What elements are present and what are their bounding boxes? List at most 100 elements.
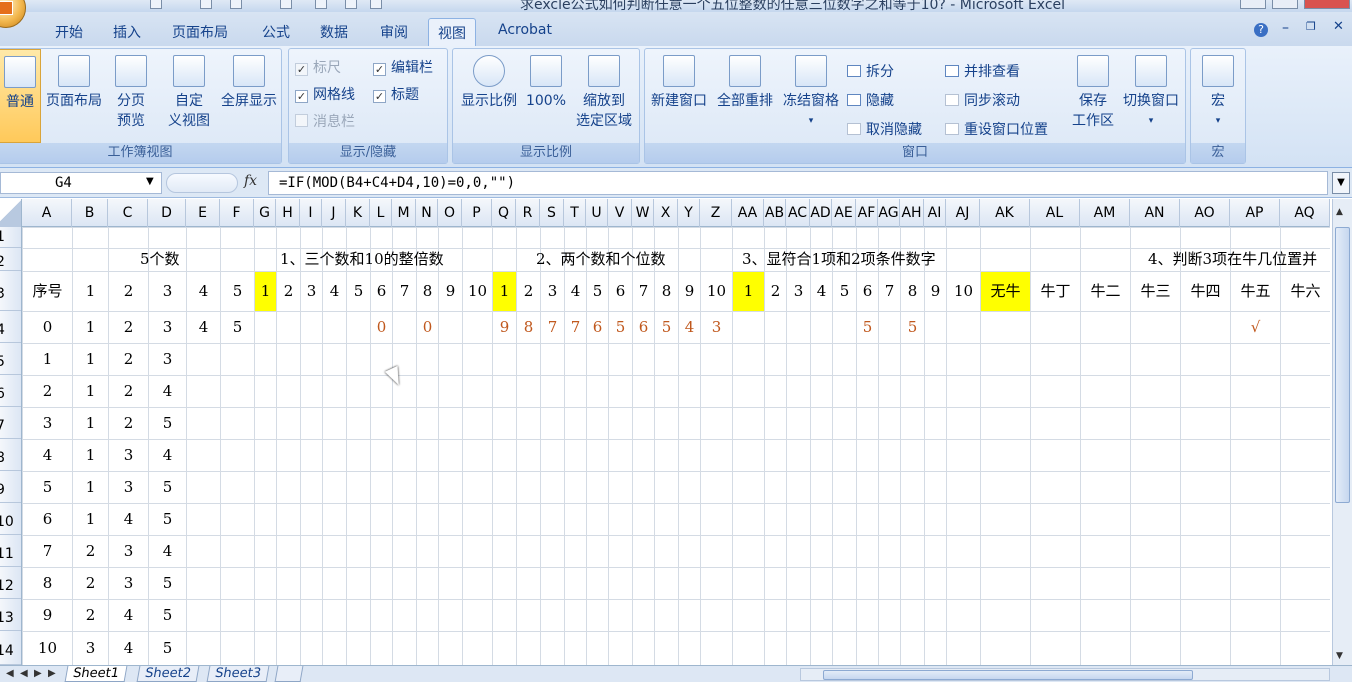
row-header-5[interactable]: 5: [0, 343, 21, 375]
new-window-button[interactable]: 新建窗口: [647, 49, 711, 143]
quick-print-icon[interactable]: [345, 0, 357, 9]
column-header-f[interactable]: F: [220, 199, 254, 227]
row-header-7[interactable]: 7: [0, 407, 21, 439]
normal-view-button[interactable]: 普通: [0, 49, 41, 143]
row-header-8[interactable]: 8: [0, 439, 21, 471]
tab-acrobat[interactable]: Acrobat: [498, 22, 552, 38]
cell-q4[interactable]: 9: [493, 312, 516, 343]
column-header-an[interactable]: AN: [1130, 199, 1180, 227]
cell-a12[interactable]: 8: [23, 568, 72, 599]
cell-b10[interactable]: 1: [73, 504, 108, 535]
column-header-aa[interactable]: AA: [732, 199, 764, 227]
cell-w4[interactable]: 6: [633, 312, 654, 343]
expand-formula-bar-icon[interactable]: ▼: [1332, 172, 1350, 194]
cell-a11[interactable]: 7: [23, 536, 72, 567]
cell-b11[interactable]: 2: [73, 536, 108, 567]
vertical-scroll-thumb[interactable]: [1335, 227, 1350, 503]
cell-ac3[interactable]: 3: [787, 272, 810, 311]
cell-t3[interactable]: 4: [565, 272, 586, 311]
cell-d11[interactable]: 4: [149, 536, 186, 567]
cell-b13[interactable]: 2: [73, 600, 108, 631]
cell-d10[interactable]: 5: [149, 504, 186, 535]
row-header-11[interactable]: 11: [0, 535, 21, 567]
cell-b12[interactable]: 2: [73, 568, 108, 599]
name-box-dropdown-icon[interactable]: ▼: [146, 176, 154, 187]
print-preview-icon[interactable]: [315, 0, 327, 9]
column-header-e[interactable]: E: [186, 199, 220, 227]
cell-ab3[interactable]: 2: [765, 272, 786, 311]
cell-d4[interactable]: 3: [149, 312, 186, 343]
help-icon[interactable]: ?: [1254, 23, 1268, 37]
cell-o3[interactable]: 9: [439, 272, 462, 311]
custom-views-button[interactable]: 自定 义视图: [163, 49, 215, 143]
cell-a4[interactable]: 0: [23, 312, 72, 343]
name-box[interactable]: G4: [0, 172, 162, 194]
cell-d6[interactable]: 4: [149, 376, 186, 407]
cell-c12[interactable]: 3: [109, 568, 148, 599]
cell-ao3[interactable]: 牛四: [1181, 272, 1230, 311]
zoom-button[interactable]: 显示比例: [457, 49, 521, 143]
cell-u4[interactable]: 6: [587, 312, 608, 343]
next-sheet-icon[interactable]: ▶: [34, 668, 42, 679]
column-header-b[interactable]: B: [72, 199, 108, 227]
cell-a10[interactable]: 6: [23, 504, 72, 535]
cell-ag3[interactable]: 7: [879, 272, 900, 311]
cell-b3[interactable]: 1: [73, 272, 108, 311]
print-icon[interactable]: [280, 0, 292, 9]
column-header-r[interactable]: R: [516, 199, 540, 227]
cell-t4[interactable]: 7: [565, 312, 586, 343]
row-header-10[interactable]: 10: [0, 503, 21, 535]
cell-n3[interactable]: 8: [417, 272, 438, 311]
column-header-o[interactable]: O: [438, 199, 462, 227]
save-icon[interactable]: [150, 0, 162, 9]
cell-d3[interactable]: 3: [149, 272, 186, 311]
cell-c4[interactable]: 2: [109, 312, 148, 343]
vertical-scrollbar[interactable]: ▲ ▼: [1332, 199, 1352, 665]
cell-x3[interactable]: 8: [655, 272, 678, 311]
last-sheet-icon[interactable]: ▶: [48, 668, 56, 679]
cell-j3[interactable]: 4: [323, 272, 346, 311]
cell-w3[interactable]: 7: [633, 272, 654, 311]
sheet-tab-sheet1[interactable]: Sheet1: [64, 666, 128, 682]
scroll-down-icon[interactable]: ▼: [1336, 651, 1343, 661]
column-header-al[interactable]: AL: [1030, 199, 1080, 227]
cell-v3[interactable]: 6: [609, 272, 632, 311]
close-workbook-icon[interactable]: ✕: [1333, 19, 1344, 34]
cell-ak3[interactable]: 无牛: [981, 272, 1030, 311]
page-layout-view-button[interactable]: 页面布局: [43, 49, 105, 143]
cell-r4[interactable]: 8: [517, 312, 540, 343]
cell-d14[interactable]: 5: [149, 632, 186, 665]
ribbon-minimize-icon[interactable]: –: [1282, 20, 1289, 36]
cell-c9[interactable]: 3: [109, 472, 148, 503]
sheet-tab-sheet2[interactable]: Sheet2: [136, 666, 200, 682]
column-header-s[interactable]: S: [540, 199, 564, 227]
cell-ap4[interactable]: √: [1231, 312, 1280, 343]
cell-a8[interactable]: 4: [23, 440, 72, 471]
row-header-12[interactable]: 12: [0, 567, 21, 599]
cell-ap3[interactable]: 牛五: [1231, 272, 1280, 311]
customize-toolbar-icon[interactable]: [370, 0, 382, 9]
cell-d8[interactable]: 4: [149, 440, 186, 471]
cell-d12[interactable]: 5: [149, 568, 186, 599]
insert-sheet-icon[interactable]: [274, 666, 304, 682]
insert-function-icon[interactable]: fx: [244, 173, 257, 189]
cell-x4[interactable]: 5: [655, 312, 678, 343]
redo-icon[interactable]: [230, 0, 242, 9]
column-header-ab[interactable]: AB: [764, 199, 786, 227]
cell-l4[interactable]: 0: [371, 312, 392, 343]
tab-review[interactable]: 审阅: [380, 22, 408, 42]
column-header-u[interactable]: U: [586, 199, 608, 227]
cell-v4[interactable]: 5: [609, 312, 632, 343]
cell-ah4[interactable]: 5: [901, 312, 924, 343]
cell-c5[interactable]: 2: [109, 344, 148, 375]
cell-z4[interactable]: 3: [701, 312, 732, 343]
cell-aq3[interactable]: 牛六: [1281, 272, 1330, 311]
cell-an3[interactable]: 牛三: [1131, 272, 1180, 311]
cell-a13[interactable]: 9: [23, 600, 72, 631]
column-header-v[interactable]: V: [608, 199, 632, 227]
column-header-k[interactable]: K: [346, 199, 370, 227]
cell-g3[interactable]: 1: [255, 272, 276, 311]
minimize-button[interactable]: [1240, 0, 1266, 9]
cell-af3[interactable]: 6: [857, 272, 878, 311]
row-header-3[interactable]: 3: [0, 271, 21, 311]
